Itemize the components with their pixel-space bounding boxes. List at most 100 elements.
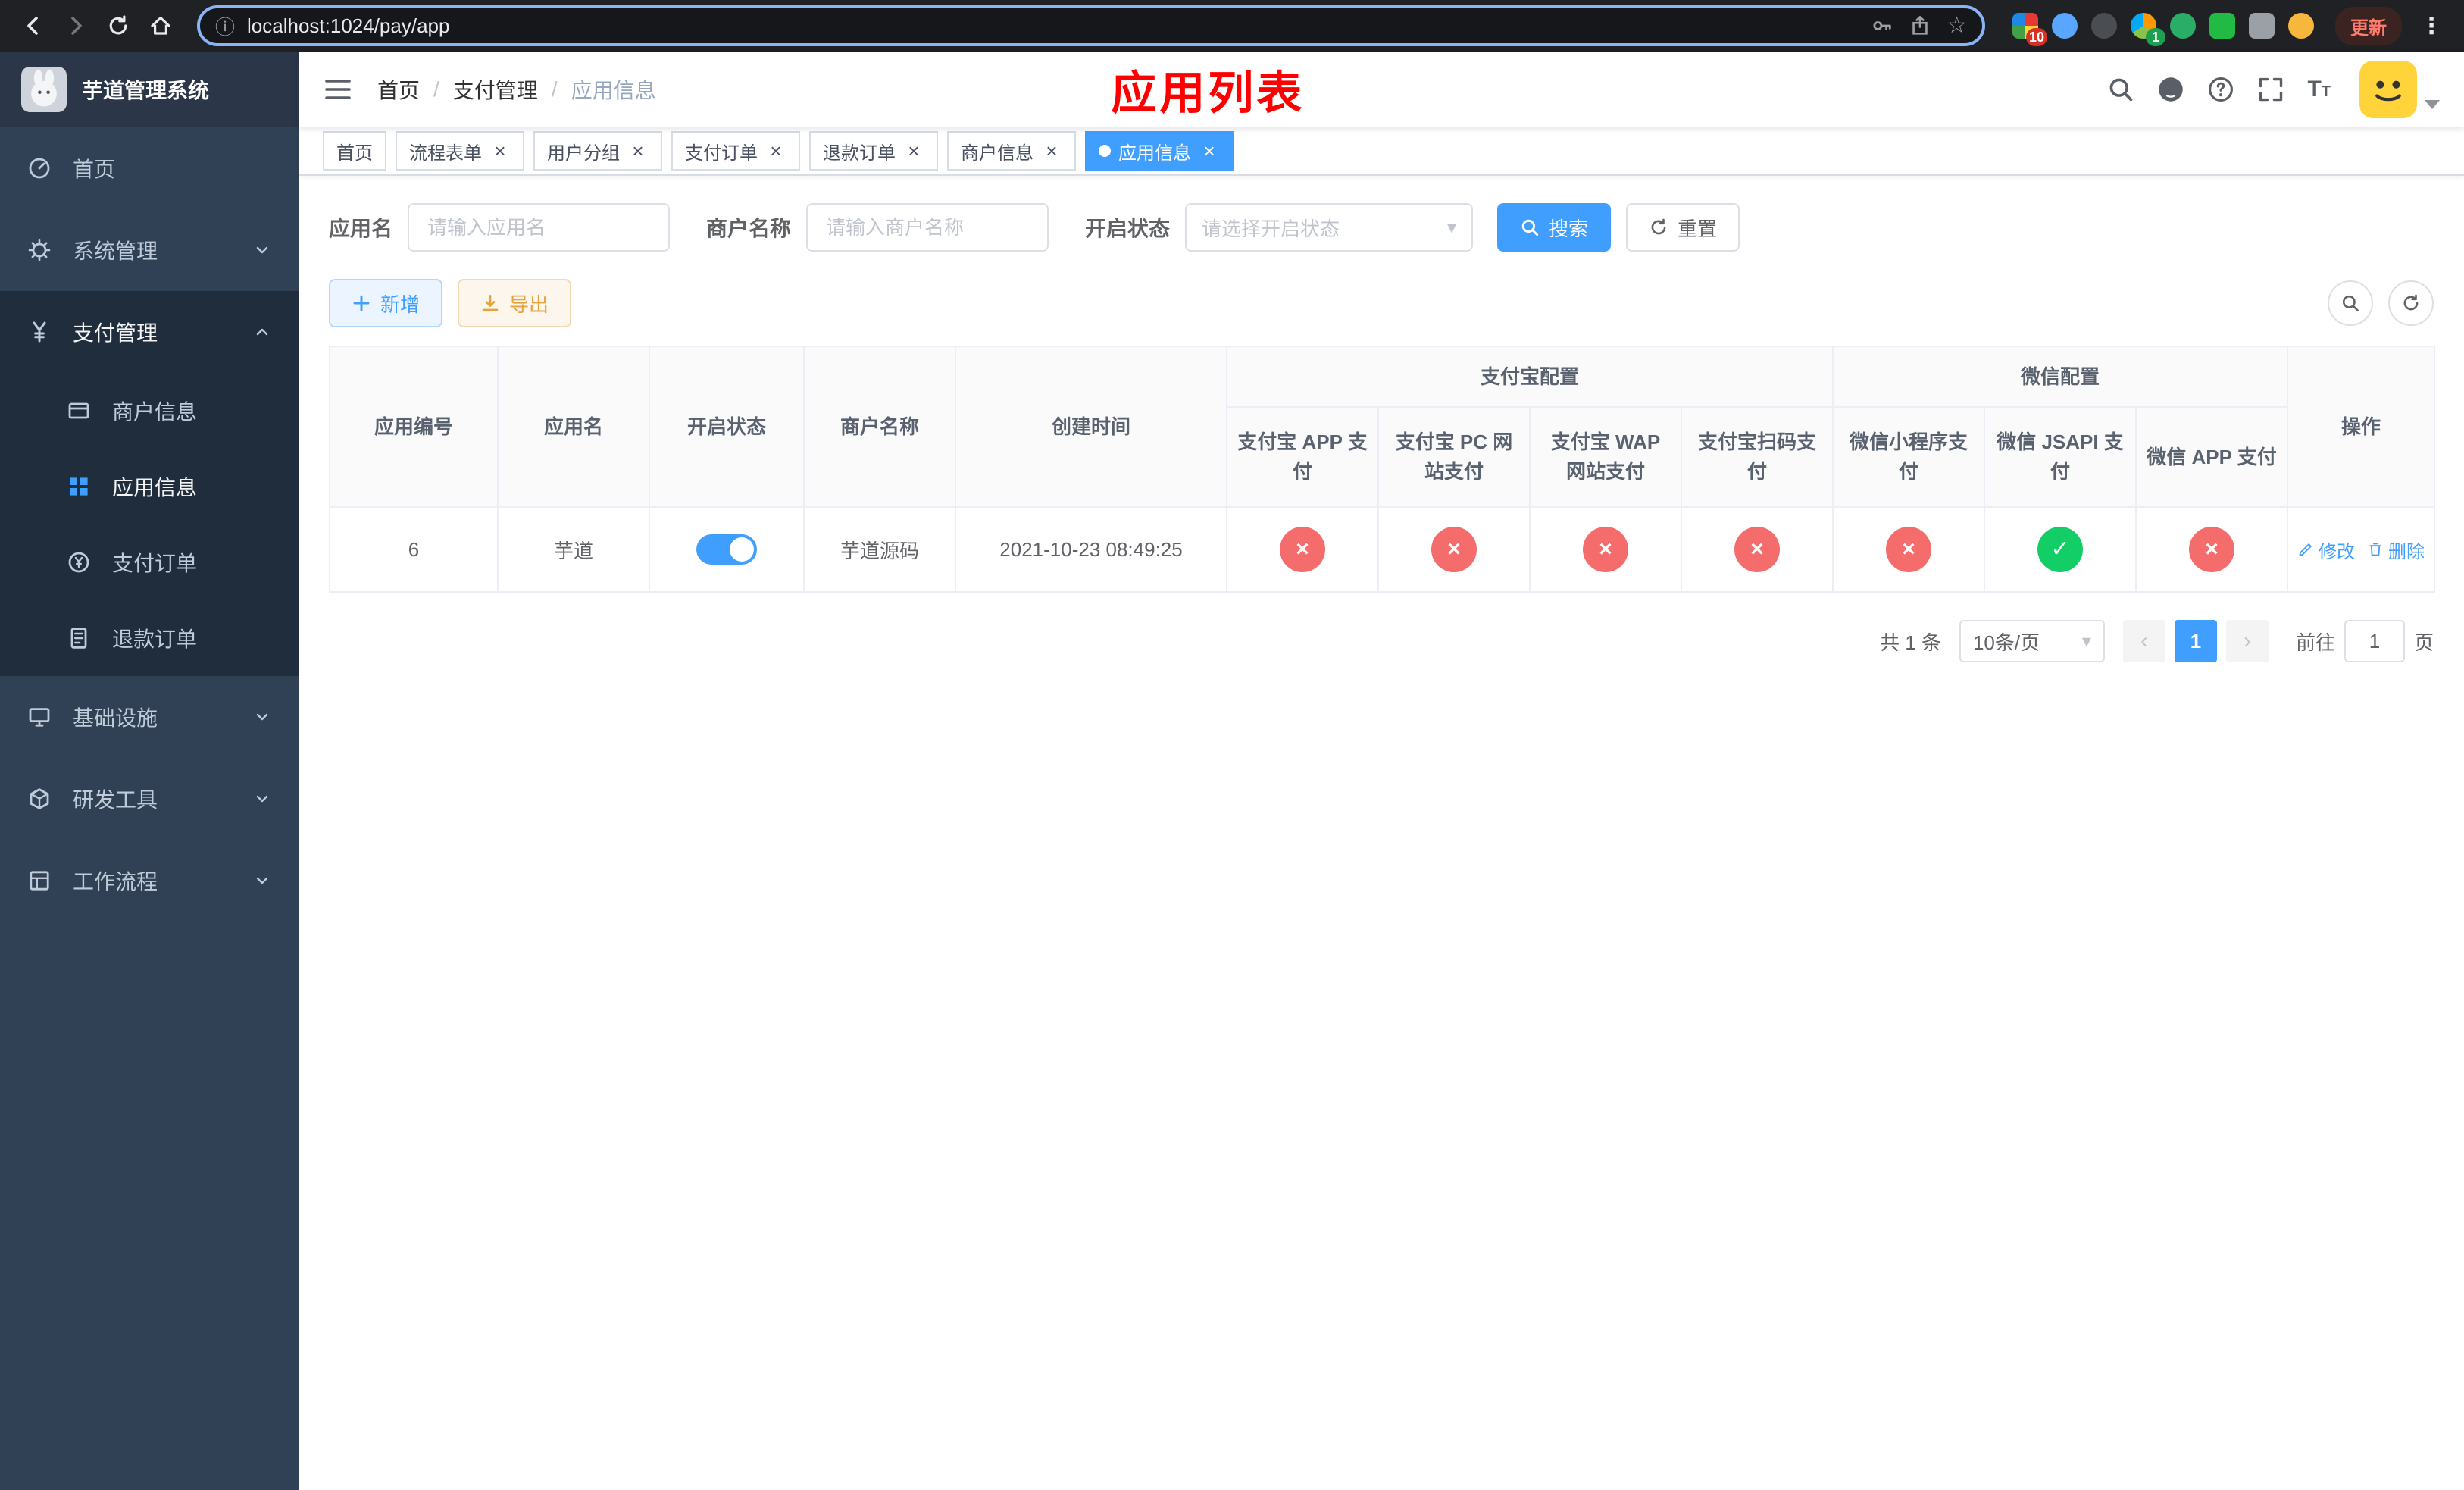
sidebar-item-label: 应用信息 <box>112 476 198 499</box>
delete-link[interactable]: 删除 <box>2367 537 2425 563</box>
page-number-button[interactable]: 1 <box>2174 620 2217 662</box>
sidebar-item-merchant-info[interactable]: 商户信息 <box>0 373 299 449</box>
total-count: 共 1 条 <box>1880 631 1941 654</box>
fullscreen-icon[interactable] <box>2257 76 2284 103</box>
bookmark-star-icon[interactable]: ☆ <box>1946 14 1967 37</box>
app-name-input[interactable] <box>408 203 671 252</box>
next-page-button[interactable]: › <box>2225 620 2269 662</box>
tab-close-icon[interactable]: × <box>627 140 649 161</box>
breadcrumb-item[interactable]: 首页 <box>377 74 420 105</box>
group-wechat-config: 微信配置 <box>1832 346 2289 408</box>
extension-icon-3[interactable] <box>2091 13 2117 39</box>
user-avatar[interactable] <box>2359 61 2417 118</box>
site-info-icon[interactable]: ⓘ <box>215 12 235 40</box>
url-text[interactable]: localhost:1024/pay/app <box>247 14 449 38</box>
tab-user-group[interactable]: 用户分组 × <box>533 131 662 171</box>
tab-process-form[interactable]: 流程表单 × <box>396 131 524 171</box>
add-button[interactable]: 新增 <box>329 279 443 327</box>
tab-close-icon[interactable]: × <box>1199 140 1220 161</box>
chevron-down-icon: ▾ <box>1447 217 1457 238</box>
sidebar-logo[interactable]: 芋道管理系统 <box>0 52 299 127</box>
merchant-name-input[interactable] <box>806 203 1049 252</box>
reset-button[interactable]: 重置 <box>1626 203 1740 252</box>
tab-close-icon[interactable]: × <box>765 140 786 161</box>
alipay-app-status-icon: × <box>1280 527 1325 572</box>
back-icon[interactable] <box>12 5 55 47</box>
tab-label: 首页 <box>336 142 373 164</box>
status-select[interactable]: 请选择开启状态 ▾ <box>1185 203 1474 252</box>
merchant-name-label: 商户名称 <box>706 217 792 240</box>
col-wechat-jsapi: 微信 JSAPI 支付 <box>1984 406 2137 508</box>
forward-icon[interactable] <box>55 5 97 47</box>
tab-close-icon[interactable]: × <box>489 140 511 161</box>
sidebar-item-refund-orders[interactable]: 退款订单 <box>0 600 299 676</box>
github-icon[interactable] <box>2157 76 2184 103</box>
extension-icon-6[interactable] <box>2209 13 2235 39</box>
sidebar-item-label: 退款订单 <box>112 628 198 651</box>
refresh-button[interactable] <box>2388 280 2434 326</box>
table-toolbar: 新增 导出 <box>329 279 2434 327</box>
page-content: 应用名 商户名称 开启状态 请选择开启状态 ▾ 搜索 <box>299 176 2464 1490</box>
browser-toolbar: ⓘ localhost:1024/pay/app ☆ 10 1 更新 ⋮ <box>0 0 2464 52</box>
chevron-down-icon <box>2425 100 2440 109</box>
breadcrumb-item[interactable]: 支付管理 <box>453 74 538 105</box>
enabled-toggle[interactable] <box>696 534 757 565</box>
sidebar-item-workflow[interactable]: 工作流程 <box>0 840 299 922</box>
cell-created: 2021-10-23 08:49:25 <box>955 506 1227 593</box>
tab-refund-orders[interactable]: 退款订单 × <box>809 131 938 171</box>
extension-icon-7[interactable] <box>2288 13 2314 39</box>
extension-icon-2[interactable] <box>2052 13 2078 39</box>
sidebar-item-system[interactable]: 系统管理 <box>0 209 299 291</box>
app-table: 应用编号 应用名 开启状态 商户名称 创建时间 支付宝配置 微信配置 操作 支付… <box>329 346 2436 593</box>
sidebar-item-infrastructure[interactable]: 基础设施 <box>0 676 299 758</box>
address-bar[interactable]: ⓘ localhost:1024/pay/app ☆ <box>197 5 1985 46</box>
password-key-icon[interactable] <box>1871 14 1893 37</box>
sidebar-item-app-info[interactable]: 应用信息 <box>0 449 299 524</box>
tab-home[interactable]: 首页 <box>323 131 386 171</box>
share-icon[interactable] <box>1909 14 1931 37</box>
tab-label: 流程表单 <box>409 142 482 164</box>
cell-merchant: 芋道源码 <box>803 506 956 593</box>
extension-icon-5[interactable] <box>2170 13 2196 39</box>
sidebar-item-pay-orders[interactable]: 支付订单 <box>0 524 299 600</box>
sidebar-item-pay-management[interactable]: 支付管理 <box>0 291 299 373</box>
browser-update-button[interactable]: 更新 <box>2335 6 2402 45</box>
edit-link[interactable]: 修改 <box>2297 537 2355 563</box>
search-button[interactable]: 搜索 <box>1497 203 1612 252</box>
tab-label: 退款订单 <box>823 142 896 164</box>
tab-pay-orders[interactable]: 支付订单 × <box>671 131 800 171</box>
reload-icon[interactable] <box>97 5 139 47</box>
user-menu[interactable] <box>2359 61 2440 118</box>
logo-avatar <box>21 67 67 112</box>
sidebar-toggle-icon[interactable] <box>323 74 353 105</box>
sidebar-item-label: 系统管理 <box>73 239 158 263</box>
tab-close-icon[interactable]: × <box>1041 140 1062 161</box>
extensions-puzzle-icon[interactable] <box>2249 13 2275 39</box>
font-size-icon[interactable]: TT <box>2307 78 2331 101</box>
home-icon[interactable] <box>139 5 182 47</box>
goto-page-input[interactable] <box>2344 620 2405 662</box>
search-icon[interactable] <box>2107 76 2134 103</box>
help-icon[interactable] <box>2207 76 2234 103</box>
tab-app-info[interactable]: 应用信息 × <box>1085 131 1234 171</box>
prev-page-button[interactable]: ‹ <box>2122 620 2165 662</box>
breadcrumb-separator: / <box>551 77 558 101</box>
extension-icon-1[interactable]: 10 <box>2012 13 2047 46</box>
tab-merchant-info[interactable]: 商户信息 × <box>947 131 1076 171</box>
col-alipay-app: 支付宝 APP 支付 <box>1226 406 1379 508</box>
page-size-select[interactable]: 10条/页 ▾ <box>1959 620 2105 662</box>
export-button[interactable]: 导出 <box>458 279 572 327</box>
col-merchant: 商户名称 <box>803 346 956 508</box>
sidebar-item-home[interactable]: 首页 <box>0 127 299 209</box>
sidebar-item-dev-tools[interactable]: 研发工具 <box>0 758 299 840</box>
search-form: 应用名 商户名称 开启状态 请选择开启状态 ▾ 搜索 <box>329 203 2434 252</box>
extension-icon-4[interactable]: 1 <box>2131 13 2165 46</box>
goto-page: 前往 页 <box>2296 620 2434 662</box>
col-alipay-pc: 支付宝 PC 网站支付 <box>1377 406 1531 508</box>
browser-menu-icon[interactable]: ⋮ <box>2411 13 2452 39</box>
toggle-search-button[interactable] <box>2328 280 2373 326</box>
app-title: 芋道管理系统 <box>82 79 210 102</box>
goto-label: 前往 <box>2295 631 2335 654</box>
col-status: 开启状态 <box>649 346 805 508</box>
tab-close-icon[interactable]: × <box>903 140 924 161</box>
